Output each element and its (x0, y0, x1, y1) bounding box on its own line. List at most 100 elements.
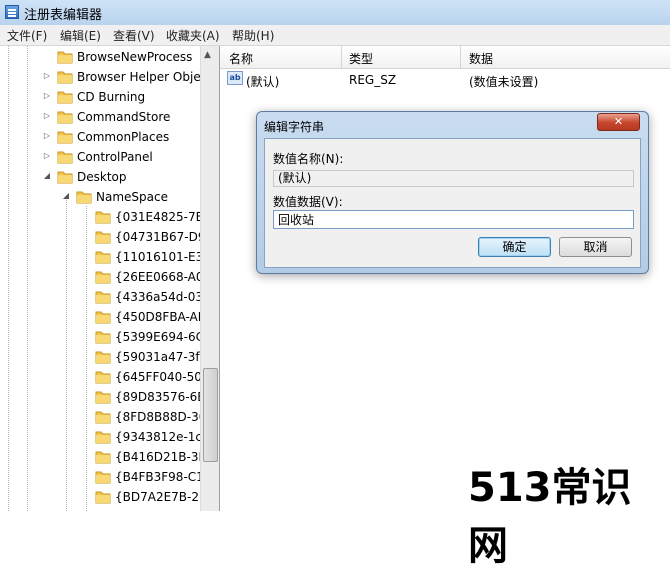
tree-item-label: {031E4825-7B9 (115, 210, 200, 224)
expand-arrow-icon (42, 51, 52, 61)
folder-icon (95, 250, 111, 264)
tree-item[interactable]: ◢ Desktop (0, 167, 200, 187)
window-title: 注册表编辑器 (24, 8, 103, 23)
tree-item-label: {450D8FBA-AD (115, 310, 200, 324)
expand-arrow-icon (80, 411, 90, 421)
folder-icon (95, 410, 111, 424)
value-data: (数值未设置) (469, 75, 539, 89)
scrollbar-thumb[interactable] (203, 368, 218, 462)
dialog-title: 编辑字符串 (264, 120, 325, 134)
expand-arrow-icon (80, 351, 90, 361)
string-value-icon: ab (227, 71, 243, 85)
tree-item[interactable]: {450D8FBA-AD (0, 307, 200, 327)
folder-icon (95, 490, 111, 504)
tree-item-label: {4336a54d-038 (115, 290, 200, 304)
expand-arrow-icon (80, 231, 90, 241)
column-type[interactable]: 类型 (349, 50, 373, 67)
tree-item-label: BrowseNewProcess (77, 50, 193, 64)
list-header: 名称 类型 数据 (220, 46, 670, 69)
column-name[interactable]: 名称 (229, 50, 253, 67)
tree-item-label: CommandStore (77, 110, 171, 124)
menu-favorites[interactable]: 收藏夹(A) (166, 27, 220, 44)
tree-item[interactable]: {9343812e-1c3 (0, 427, 200, 447)
expand-arrow-icon (80, 311, 90, 321)
tree-item[interactable]: ▷ CommandStore (0, 107, 200, 127)
tree-scrollbar[interactable]: ▲ (200, 46, 219, 511)
folder-icon (95, 270, 111, 284)
tree-item-label: {645FF040-508 (115, 370, 200, 384)
folder-icon (95, 390, 111, 404)
tree-item-label: {B416D21B-3B (115, 450, 200, 464)
tree-item-label: Browser Helper Obje (77, 70, 200, 84)
tree-item[interactable]: {645FF040-508 (0, 367, 200, 387)
collapse-arrow-icon[interactable]: ◢ (42, 171, 52, 181)
site-watermark: 513常识网 (468, 465, 632, 569)
folder-icon (95, 450, 111, 464)
folder-icon (95, 370, 111, 384)
folder-icon (95, 290, 111, 304)
menu-file[interactable]: 文件(F) (7, 27, 47, 44)
value-data-input[interactable] (273, 210, 634, 229)
expand-arrow-icon[interactable]: ▷ (42, 91, 52, 101)
tree-item[interactable]: ▷ Browser Helper Obje (0, 67, 200, 87)
expand-arrow-icon (80, 471, 90, 481)
registry-tree[interactable]: BrowseNewProcess ▷ Browser Helper Obje ▷ CD … (0, 46, 220, 511)
folder-icon (95, 230, 111, 244)
tree-item[interactable]: {5399E694-6CE (0, 327, 200, 347)
tree-item-label: Desktop (77, 170, 127, 184)
expand-arrow-icon[interactable]: ▷ (42, 71, 52, 81)
tree-item[interactable]: {8FD8B88D-30 (0, 407, 200, 427)
tree-item[interactable]: {26EE0668-A00 (0, 267, 200, 287)
dialog-body: 数值名称(N): (默认) 数值数据(V): 确定 取消 (264, 138, 641, 268)
folder-icon (57, 70, 73, 84)
tree-item-label: {B4FB3F98-C1E (115, 470, 200, 484)
cancel-button[interactable]: 取消 (559, 237, 632, 257)
value-name-label: 数值名称(N): (273, 152, 344, 166)
menu-bar: 文件(F) 编辑(E) 查看(V) 收藏夹(A) 帮助(H) (0, 25, 670, 46)
folder-icon (95, 430, 111, 444)
scroll-up-arrow-icon[interactable]: ▲ (204, 50, 211, 60)
tree-item[interactable]: ▷ ControlPanel (0, 147, 200, 167)
folder-icon (76, 190, 92, 204)
tree-item[interactable]: {89D83576-6B (0, 387, 200, 407)
menu-edit[interactable]: 编辑(E) (60, 27, 101, 44)
tree-item[interactable]: {04731B67-D9 (0, 227, 200, 247)
tree-item[interactable]: {59031a47-3f7 (0, 347, 200, 367)
folder-icon (95, 210, 111, 224)
folder-icon (57, 50, 73, 64)
tree-item-label: CommonPlaces (77, 130, 170, 144)
close-button[interactable]: ✕ (597, 113, 640, 131)
menu-view[interactable]: 查看(V) (113, 27, 155, 44)
column-divider[interactable] (341, 46, 342, 68)
tree-item[interactable]: {B4FB3F98-C1E (0, 467, 200, 487)
close-icon: ✕ (613, 115, 624, 128)
tree-item[interactable]: ◢ NameSpace (0, 187, 200, 207)
tree-item[interactable]: {031E4825-7B9 (0, 207, 200, 227)
list-item[interactable]: ab (默认) REG_SZ (数值未设置) (220, 69, 670, 89)
column-divider[interactable] (460, 46, 461, 68)
value-name: (默认) (246, 75, 280, 89)
expand-arrow-icon (80, 391, 90, 401)
tree-item[interactable]: {B416D21B-3B (0, 447, 200, 467)
expand-arrow-icon (80, 451, 90, 461)
collapse-arrow-icon[interactable]: ◢ (61, 191, 71, 201)
tree-item[interactable]: {11016101-E36 (0, 247, 200, 267)
expand-arrow-icon (80, 211, 90, 221)
menu-help[interactable]: 帮助(H) (232, 27, 274, 44)
folder-icon (95, 310, 111, 324)
edit-string-dialog: 编辑字符串 ✕ 数值名称(N): (默认) 数值数据(V): 确定 取消 (256, 111, 649, 274)
tree-item[interactable]: {BD7A2E7B-21 (0, 487, 200, 507)
tree-item[interactable]: BrowseNewProcess (0, 47, 200, 67)
tree-item-label: ControlPanel (77, 150, 153, 164)
expand-arrow-icon (80, 291, 90, 301)
column-data[interactable]: 数据 (469, 50, 493, 67)
folder-icon (57, 150, 73, 164)
tree-item[interactable]: ▷ CD Burning (0, 87, 200, 107)
tree-item[interactable]: ▷ CommonPlaces (0, 127, 200, 147)
expand-arrow-icon[interactable]: ▷ (42, 111, 52, 121)
expand-arrow-icon[interactable]: ▷ (42, 151, 52, 161)
tree-item[interactable]: {4336a54d-038 (0, 287, 200, 307)
ok-button[interactable]: 确定 (478, 237, 551, 257)
expand-arrow-icon[interactable]: ▷ (42, 131, 52, 141)
folder-icon (95, 330, 111, 344)
